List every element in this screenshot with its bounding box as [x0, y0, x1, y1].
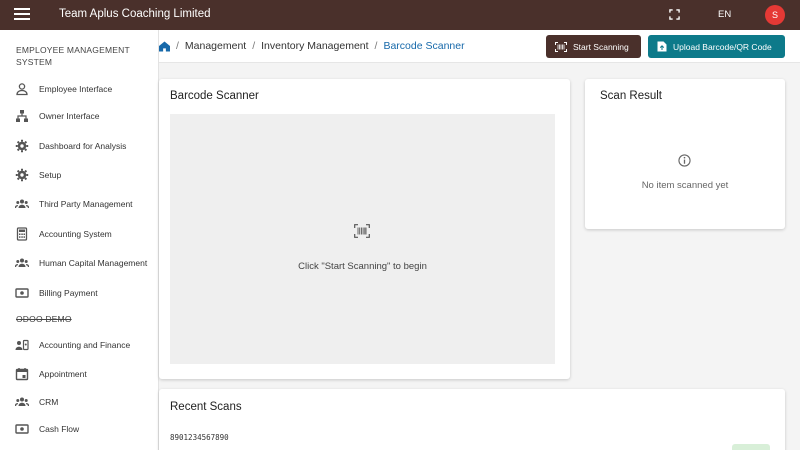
card-title: Barcode Scanner: [170, 90, 259, 102]
breadcrumb-bar: / Management / Inventory Management / Ba…: [159, 30, 800, 63]
language-selector[interactable]: EN: [718, 9, 731, 20]
calculator-icon: [16, 227, 28, 241]
sidebar-item-billing-payment[interactable]: Billing Payment: [0, 281, 158, 305]
empty-result-text: No item scanned yet: [641, 180, 729, 191]
person-icon: [16, 83, 28, 96]
sidebar-item-label: Owner Interface: [39, 110, 100, 121]
sidebar-item-label: Accounting and Finance: [39, 339, 131, 350]
gear-icon: [15, 139, 29, 153]
breadcrumb: / Management / Inventory Management / Ba…: [159, 40, 465, 52]
sidebar-item-label: Dashboard for Analysis: [39, 140, 127, 151]
sidebar-item-label: Cash Flow: [39, 423, 80, 434]
sidebar-section-heading: EMPLOYEE MANAGEMENT SYSTEM: [16, 45, 130, 67]
sidebar-item-label: Human Capital Management: [39, 257, 148, 268]
status-badge: [732, 444, 770, 450]
sidebar-item-third-party[interactable]: Third Party Management: [0, 191, 158, 217]
sidebar-item-accounting-system[interactable]: Accounting System: [0, 222, 158, 246]
breadcrumb-item-management[interactable]: Management: [185, 40, 246, 52]
sidebar-item-owner-interface[interactable]: Owner Interface: [0, 104, 158, 128]
sidebar-item-label: Appointment: [39, 368, 87, 379]
sidebar-item-human-capital[interactable]: Human Capital Management: [0, 250, 158, 276]
contact-card-icon: [15, 339, 29, 351]
cash-icon: [15, 288, 29, 298]
card-title: Recent Scans: [170, 401, 242, 413]
info-icon: [678, 154, 691, 167]
gear-icon: [15, 168, 29, 182]
home-icon[interactable]: [159, 40, 170, 52]
sidebar-item-cash-flow[interactable]: Cash Flow: [0, 417, 158, 441]
sidebar-item-label: Third Party Management: [39, 198, 133, 209]
sidebar-item-accounting-finance[interactable]: Accounting and Finance: [0, 332, 158, 358]
hierarchy-icon: [16, 110, 28, 122]
breadcrumb-item-inventory[interactable]: Inventory Management: [261, 40, 368, 52]
file-upload-icon: [657, 41, 667, 52]
sidebar-item-crm[interactable]: CRM: [0, 390, 158, 414]
sidebar-item-label: CRM: [39, 396, 59, 407]
breadcrumb-separator: /: [252, 40, 256, 52]
menu-icon[interactable]: [14, 8, 30, 22]
sidebar-item-setup[interactable]: Setup: [0, 163, 158, 187]
barcode-scanner-card: Barcode Scanner Click "Start Scanning" t…: [159, 79, 570, 379]
recent-scan-code: 8901234567890: [170, 433, 229, 442]
start-scanning-label: Start Scanning: [573, 41, 629, 52]
sidebar-item-label: Accounting System: [39, 228, 112, 239]
card-title: Scan Result: [600, 90, 663, 102]
group-icon: [15, 199, 29, 209]
barcode-scan-icon: [555, 41, 567, 52]
scanner-hint: Click "Start Scanning" to begin: [298, 261, 427, 272]
sidebar-section-heading: ODOO DEMO: [16, 314, 72, 324]
start-scanning-button[interactable]: Start Scanning: [546, 35, 641, 58]
scan-result-card: Scan Result No item scanned yet: [585, 79, 785, 229]
top-app-bar: Team Aplus Coaching Limited EN S: [0, 0, 800, 30]
sidebar-item-label: Billing Payment: [39, 287, 98, 298]
breadcrumb-separator: /: [176, 40, 179, 52]
avatar[interactable]: S: [765, 5, 785, 25]
app-title: Team Aplus Coaching Limited: [59, 8, 211, 20]
recent-scans-card: Recent Scans 8901234567890: [159, 389, 785, 450]
calendar-icon: [15, 368, 29, 381]
sidebar-item-appointment[interactable]: Appointment: [0, 362, 158, 386]
breadcrumb-separator: /: [374, 40, 378, 52]
sidebar-item-label: Setup: [39, 169, 62, 180]
sidebar-item-employee-interface[interactable]: Employee Interface: [0, 77, 158, 101]
fullscreen-icon[interactable]: [669, 9, 680, 20]
breadcrumb-item-current: Barcode Scanner: [383, 40, 465, 52]
sidebar-item-dashboard[interactable]: Dashboard for Analysis: [0, 133, 158, 159]
group-icon: [15, 258, 29, 268]
barcode-scan-icon: [354, 224, 370, 238]
upload-barcode-button[interactable]: Upload Barcode/QR Code: [648, 35, 785, 58]
sidebar-item-label: Employee Interface: [39, 83, 113, 94]
upload-barcode-label: Upload Barcode/QR Code: [673, 41, 772, 52]
group-icon: [15, 397, 29, 407]
scanner-viewport[interactable]: Click "Start Scanning" to begin: [170, 114, 555, 364]
cash-icon: [15, 424, 29, 434]
sidebar: EMPLOYEE MANAGEMENT SYSTEM Employee Inte…: [0, 30, 159, 450]
